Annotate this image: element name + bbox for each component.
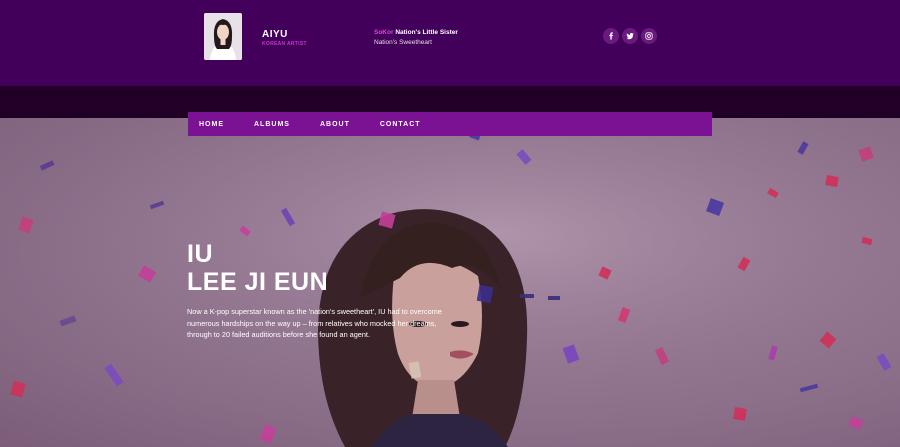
- hero-title-overlay: IU LEE JI EUN: [187, 240, 328, 296]
- facebook-icon[interactable]: [603, 28, 619, 44]
- nav-item-albums[interactable]: ALBUMS: [254, 121, 290, 128]
- tagline-secondary: Nation's Sweetheart: [374, 39, 432, 46]
- main-nav: HOME ALBUMS ABOUT CONTACT: [188, 112, 712, 136]
- nav-item-contact[interactable]: CONTACT: [380, 121, 421, 128]
- avatar: [204, 13, 242, 60]
- brand-name: AIYU: [262, 29, 288, 40]
- instagram-icon[interactable]: [641, 28, 657, 44]
- hero-image: [0, 118, 900, 447]
- nav-item-home[interactable]: HOME: [199, 121, 224, 128]
- hero-section: IU LEE JI EUN: [0, 118, 900, 447]
- brand[interactable]: AIYU KOREAN ARTIST: [262, 29, 307, 47]
- site-header: AIYU KOREAN ARTIST SoKor Nation's Little…: [0, 0, 900, 86]
- hero-title-line2-text: LEE JI EUN: [187, 268, 329, 296]
- brand-subtitle: KOREAN ARTIST: [262, 41, 307, 47]
- nav-item-about[interactable]: ABOUT: [320, 121, 350, 128]
- twitter-icon[interactable]: [622, 28, 638, 44]
- social-links: [603, 28, 657, 44]
- hero-title-line1-text: IU: [187, 240, 213, 268]
- tagline-accent: SoKor: [374, 29, 394, 36]
- tagline: SoKor Nation's Little Sister Nation's Sw…: [374, 28, 458, 48]
- tagline-main: Nation's Little Sister: [395, 29, 458, 36]
- hero-description: Now a K-pop superstar known as the 'nati…: [187, 307, 442, 339]
